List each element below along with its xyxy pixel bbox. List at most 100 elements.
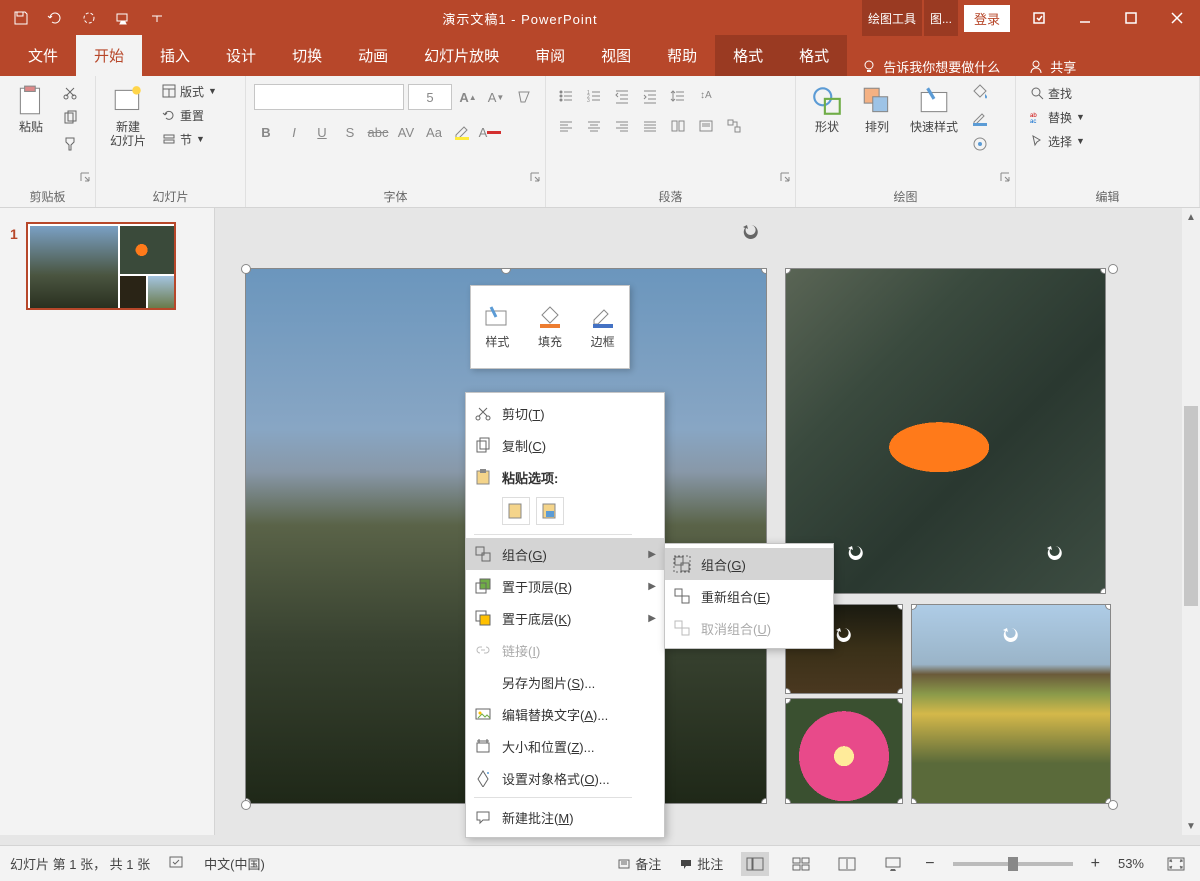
rotate-handle-icon[interactable] [741, 222, 761, 242]
reading-view-icon[interactable] [833, 852, 861, 876]
ribbon-options-icon[interactable] [1016, 0, 1062, 36]
image-flower[interactable] [785, 698, 903, 804]
save-icon[interactable] [6, 4, 36, 32]
line-spacing-icon[interactable] [666, 84, 690, 108]
shape-fill-icon[interactable] [968, 80, 992, 104]
scrollbar-thumb[interactable] [1184, 406, 1198, 606]
mini-fill-button[interactable]: 填充 [536, 305, 564, 350]
align-right-icon[interactable] [610, 114, 634, 138]
zoom-in-button[interactable]: + [1091, 855, 1100, 873]
clipboard-launcher-icon[interactable] [79, 171, 93, 185]
font-color-icon[interactable]: A [478, 120, 502, 144]
font-highlight-icon[interactable] [450, 120, 474, 144]
justify-icon[interactable] [638, 114, 662, 138]
align-left-icon[interactable] [554, 114, 578, 138]
bold-icon[interactable]: B [254, 120, 278, 144]
submenu-regroup[interactable]: 重新组合(E) [665, 580, 833, 612]
tell-me-search[interactable]: 告诉我你想要做什么 [847, 57, 1014, 76]
scroll-up-icon[interactable]: ▲ [1182, 208, 1200, 226]
text-direction-icon[interactable]: ↕A [694, 84, 718, 108]
menu-format-object[interactable]: 设置对象格式(O)... [466, 762, 664, 794]
redo-icon[interactable] [74, 4, 104, 32]
submenu-group[interactable]: 组合(G) [665, 548, 833, 580]
selection-handle[interactable] [1108, 800, 1118, 810]
zoom-out-button[interactable]: − [925, 855, 934, 873]
tab-file[interactable]: 文件 [10, 35, 76, 76]
image-village[interactable] [911, 604, 1111, 804]
close-icon[interactable] [1154, 0, 1200, 36]
tab-slideshow[interactable]: 幻灯片放映 [406, 35, 517, 76]
maximize-icon[interactable] [1108, 0, 1154, 36]
undo-icon[interactable] [40, 4, 70, 32]
shape-effects-icon[interactable] [968, 132, 992, 156]
layout-button[interactable]: 版式 ▼ [156, 80, 223, 102]
rotate-handle-icon[interactable] [1001, 625, 1021, 645]
menu-send-back[interactable]: 置于底层(K) ▶ [466, 602, 664, 634]
paste-keep-source-icon[interactable] [502, 497, 530, 525]
selection-handle[interactable] [241, 264, 251, 274]
section-button[interactable]: 节 ▼ [156, 128, 223, 150]
spell-check-icon[interactable] [168, 853, 186, 874]
tab-design[interactable]: 设计 [208, 35, 274, 76]
quick-styles-button[interactable]: 快速样式 [904, 80, 964, 138]
shape-outline-icon[interactable] [968, 106, 992, 130]
shadow-icon[interactable]: S [338, 120, 362, 144]
thumbnail-slide[interactable] [26, 222, 176, 310]
align-center-icon[interactable] [582, 114, 606, 138]
new-slide-button[interactable]: 新建 幻灯片 [104, 80, 152, 153]
comments-button[interactable]: 批注 [679, 854, 723, 873]
columns-icon[interactable] [666, 114, 690, 138]
tab-help[interactable]: 帮助 [649, 35, 715, 76]
language-indicator[interactable]: 中文(中国) [204, 854, 265, 873]
mini-border-button[interactable]: 边框 [589, 305, 617, 350]
grow-font-icon[interactable]: A▲ [456, 85, 480, 109]
menu-cut[interactable]: 剪切(T) [466, 397, 664, 429]
menu-save-as-picture[interactable]: 另存为图片(S)... [466, 666, 664, 698]
slide-counter[interactable]: 幻灯片 第 1 张， 共 1 张 [10, 854, 150, 873]
tab-home[interactable]: 开始 [76, 35, 142, 76]
drawing-launcher-icon[interactable] [999, 171, 1013, 185]
font-launcher-icon[interactable] [529, 171, 543, 185]
selection-handle[interactable] [1108, 264, 1118, 274]
menu-alt-text[interactable]: 编辑替换文字(A)... [466, 698, 664, 730]
menu-group[interactable]: 组合(G) ▶ [466, 538, 664, 570]
format-painter-icon[interactable] [58, 132, 82, 156]
zoom-percentage[interactable]: 53% [1118, 856, 1144, 871]
tab-format-drawing[interactable]: 格式 [715, 35, 781, 76]
mini-style-button[interactable]: 样式 [483, 305, 511, 350]
bullets-icon[interactable] [554, 84, 578, 108]
normal-view-icon[interactable] [741, 852, 769, 876]
paste-button[interactable]: 粘贴 [8, 80, 54, 138]
shapes-button[interactable]: 形状 [804, 80, 850, 138]
tab-animation[interactable]: 动画 [340, 35, 406, 76]
rotate-handle-icon[interactable] [846, 543, 866, 563]
tab-format-picture[interactable]: 格式 [781, 35, 847, 76]
strikethrough-icon[interactable]: abc [366, 120, 390, 144]
copy-icon[interactable] [58, 106, 82, 130]
select-button[interactable]: 选择 ▼ [1024, 130, 1091, 152]
font-size-combo[interactable]: 5 [408, 84, 452, 110]
selection-handle[interactable] [241, 800, 251, 810]
rotate-handle-icon[interactable] [834, 625, 854, 645]
minimize-icon[interactable] [1062, 0, 1108, 36]
change-case-icon[interactable]: Aa [422, 120, 446, 144]
zoom-slider[interactable] [953, 862, 1073, 866]
rotate-handle-icon[interactable] [1045, 543, 1065, 563]
slideshow-view-icon[interactable] [879, 852, 907, 876]
zoom-slider-thumb[interactable] [1008, 857, 1018, 871]
vertical-scrollbar[interactable]: ▲ ▼ [1182, 208, 1200, 835]
paragraph-launcher-icon[interactable] [779, 171, 793, 185]
start-from-beginning-icon[interactable] [108, 4, 138, 32]
menu-copy[interactable]: 复制(C) [466, 429, 664, 461]
font-family-combo[interactable] [254, 84, 404, 110]
thumbnail-panel[interactable]: 1 [0, 208, 215, 835]
share-button[interactable]: 共享 [1014, 57, 1090, 76]
shrink-font-icon[interactable]: A▼ [484, 85, 508, 109]
increase-indent-icon[interactable] [638, 84, 662, 108]
notes-button[interactable]: 备注 [617, 854, 661, 873]
slide-sorter-icon[interactable] [787, 852, 815, 876]
qat-customize-icon[interactable] [142, 4, 172, 32]
tab-insert[interactable]: 插入 [142, 35, 208, 76]
menu-new-comment[interactable]: 新建批注(M) [466, 801, 664, 833]
smartart-icon[interactable] [722, 114, 746, 138]
